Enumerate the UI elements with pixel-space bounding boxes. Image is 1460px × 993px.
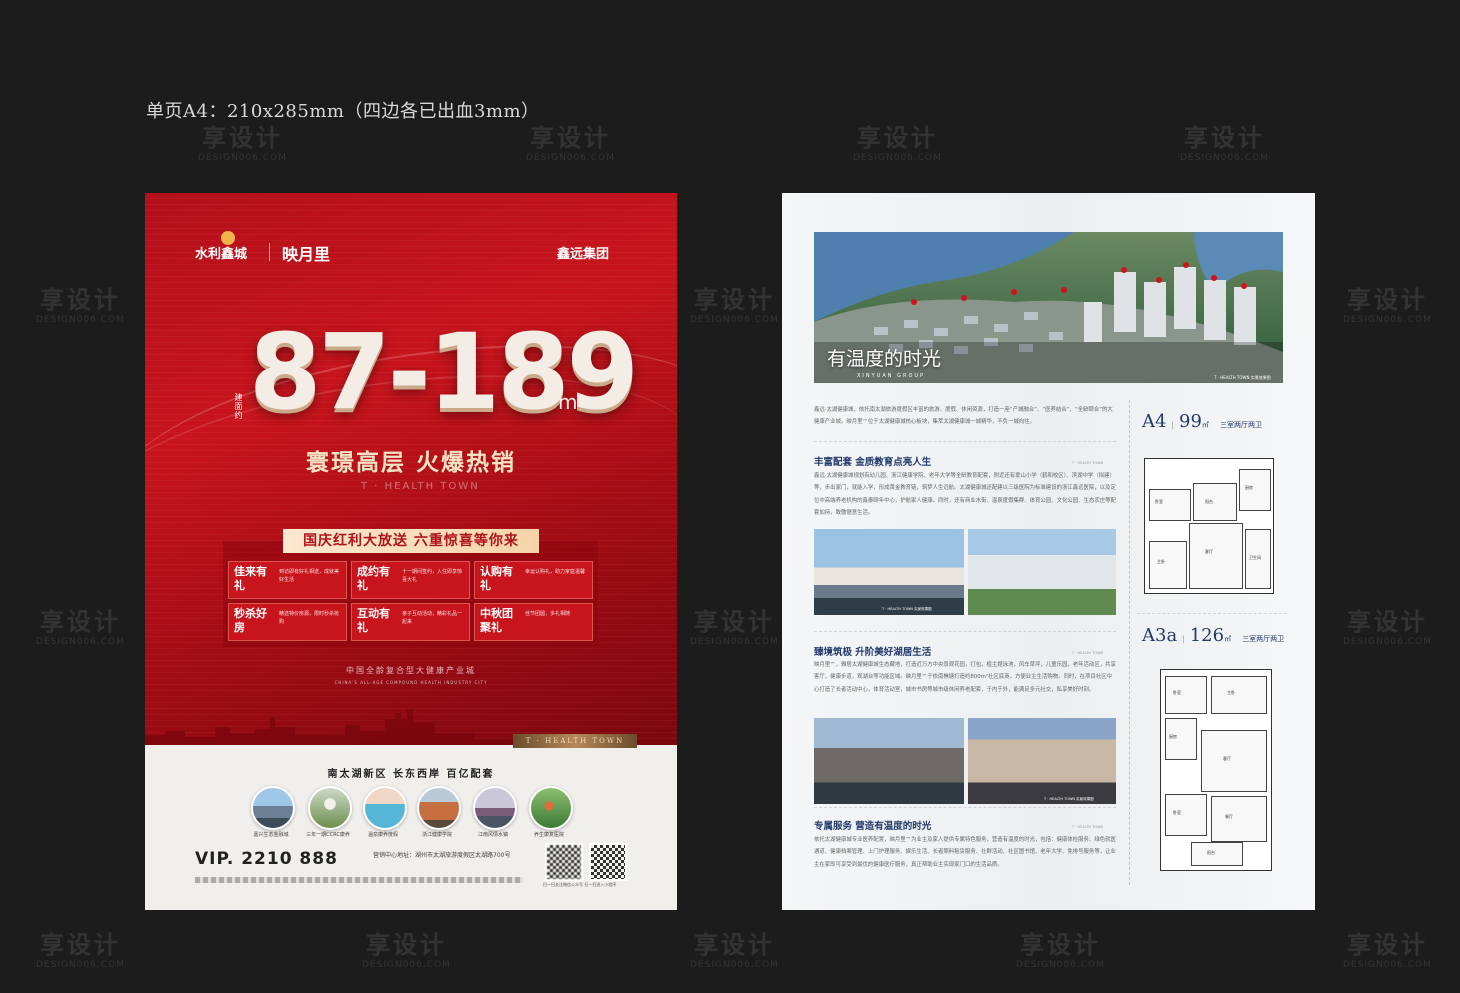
- feature-caption: 养生康复医院: [533, 832, 564, 838]
- commercial-street-photo: [814, 718, 964, 804]
- gold-brand-bar: T · HEALTH TOWN: [513, 734, 637, 748]
- section-title: 丰富配套 金质教育点亮人生: [814, 457, 932, 468]
- watermark: 享设计 DESIGN006.COM: [853, 124, 942, 163]
- feature-photo: [363, 786, 407, 830]
- vip-hotline: VIP. 2210 888: [195, 849, 338, 869]
- hospital-photo: [968, 529, 1116, 615]
- feature-photo: [417, 786, 461, 830]
- gifts-panel: 佳来有礼 到访即有好礼相送，成就美好生活 成约有礼 十一期间签约，入住即享惊喜大礼 …: [223, 541, 598, 647]
- watermark: 享设计 DESIGN006.COM: [198, 124, 287, 163]
- floor-plan-a4: 卧室 阳台 厨房 主卧 客厅 卫生间: [1144, 458, 1274, 594]
- sales-address: 营销中心地址：湖州市太湖旅游度假区太湖路700号: [373, 852, 511, 859]
- gift-card: 认购有礼 幸运认购礼，助力家庭温馨: [474, 561, 593, 599]
- feature-caption: 嘉兴生态金融城: [253, 832, 289, 838]
- floor-plan-a3a: 卧室 主卧 厨房 客厅 卧室 餐厅 阳台: [1160, 669, 1272, 871]
- gift-card: 成约有礼 十一期间签约，入住即享惊喜大礼: [351, 561, 470, 599]
- photo-caption: T · HEALTH TOWN 实景效果图: [882, 607, 932, 611]
- watermark: 享设计 DESIGN006.COM: [1343, 608, 1432, 647]
- divider: [1137, 613, 1287, 614]
- watermark: 享设计 DESIGN006.COM: [36, 931, 125, 970]
- developer-logo: 水利鑫城: [195, 247, 248, 262]
- feature-photo: [251, 786, 295, 830]
- section-text: 映月里™，雅居太湖健康城生态藏地，打造近万方中央景观花园，打包，植主题泳池，风车…: [814, 662, 1116, 693]
- hero-subtitle: XINYUAN GROUP: [857, 373, 926, 379]
- divider: [814, 631, 1116, 632]
- residential-tower-photo: [968, 718, 1116, 804]
- watermark: 享设计 DESIGN006.COM: [362, 931, 451, 970]
- watermark: 享设计 DESIGN006.COM: [690, 286, 779, 325]
- hero-title: 有温度的时光: [827, 348, 942, 370]
- section-title: 臻境筑极 升阶美好湖居生活: [814, 647, 932, 658]
- section-tag: T · HEALTH TOWN: [1072, 461, 1104, 465]
- promo-banner: 国庆红利大放送 六重惊喜等你来: [283, 529, 539, 553]
- feature-caption: 浙江健康学院: [421, 832, 452, 838]
- feature-caption: 江南风情水镇: [477, 832, 508, 838]
- gift-card: 中秋团聚礼 佳节团圆，多礼相随: [474, 603, 593, 641]
- plan-label: A4 | 99㎡ 三室两厅两卫: [1142, 411, 1262, 432]
- divider: [814, 441, 1116, 442]
- logo-divider: [269, 243, 270, 261]
- mini-program-qr-code: [589, 843, 627, 881]
- watermark: 享设计 DESIGN006.COM: [1343, 931, 1432, 970]
- watermark: 享设计 DESIGN006.COM: [526, 124, 615, 163]
- blurred-info: [195, 877, 523, 883]
- headline-slogan: 寰璟高层 火爆热销: [305, 450, 516, 476]
- section-title: 专属服务 营造有温度的时光: [814, 821, 932, 832]
- hero-tag: T · HEALTH TOWN 实景效果图: [1214, 375, 1271, 380]
- area-label: 建面约: [234, 393, 243, 420]
- section-tag: T · HEALTH TOWN: [1072, 825, 1104, 829]
- gift-card: 秒杀好房 精选特价房源，限时秒杀抢购: [228, 603, 347, 641]
- gift-card: 佳来有礼 到访即有好礼相送，成就美好生活: [228, 561, 347, 599]
- feature-photo: [473, 786, 517, 830]
- watermark: 享设计 DESIGN006.COM: [1180, 124, 1269, 163]
- qr-caption: 扫一扫关注微信公众号 扫一扫进入小程序: [543, 882, 617, 887]
- watermark: 享设计 DESIGN006.COM: [36, 608, 125, 647]
- watermark: 享设计 DESIGN006.COM: [1016, 931, 1105, 970]
- intro-paragraph: 鑫远·太湖健康城，依托南太湖旅游度假区丰富的旅游、度假、休闲资源，打造一座“产城…: [814, 407, 1113, 425]
- wechat-qr-code: [545, 843, 583, 881]
- watermark: 享设计 DESIGN006.COM: [1343, 286, 1432, 325]
- feature-caption: 三年一期CCRC康养: [306, 832, 350, 838]
- brand-en: T · HEALTH TOWN: [361, 481, 480, 492]
- feature-photo: [308, 786, 352, 830]
- project-logo: 映月里: [282, 245, 331, 264]
- tagline: 中国全龄复合型大健康产业城 CHINA'S ALL-AGE COMPOUND HE…: [334, 666, 488, 685]
- area-range: 87-189: [249, 311, 639, 433]
- plan-label: A3a | 126㎡ 三室两厅两卫: [1142, 625, 1285, 646]
- photo-caption: T · HEALTH TOWN 实景效果图: [1044, 797, 1094, 801]
- location-line: 南太湖新区 长东西岸 百亿配套: [327, 769, 495, 780]
- feature-photo: [529, 786, 573, 830]
- campus-photo: [814, 529, 964, 615]
- section-tag: T · HEALTH TOWN: [1072, 651, 1104, 655]
- group-logo: 鑫远集团: [557, 247, 610, 262]
- gift-card: 互动有礼 亲子互动活动，精彩礼品一起来: [351, 603, 470, 641]
- section-text: 鑫远·太湖健康城规划有幼儿园、浙江健康学院、老年大学等全龄教育配套，附近还有爱山…: [814, 473, 1116, 516]
- area-unit: m²: [558, 390, 586, 414]
- watermark: 享设计 DESIGN006.COM: [690, 608, 779, 647]
- spec-label: 单页A4：210x285mm（四边各已出血3mm）: [146, 101, 540, 122]
- front-flyer: 水利鑫城 映月里 鑫远集团 建面约 87-189 m² 寰璟高层 火爆热销 T …: [145, 193, 677, 910]
- watermark: 享设计 DESIGN006.COM: [690, 931, 779, 970]
- column-divider: [1129, 400, 1130, 885]
- divider: [814, 807, 1116, 808]
- feature-caption: 温泉康养度假: [367, 832, 398, 838]
- section-text: 依托太湖健康城专业医养配置，映月里™为业主及家人提供专属特色服务，营造有温度的时…: [814, 837, 1116, 868]
- back-flyer: 有温度的时光 XINYUAN GROUP T · HEALTH TOWN 实景效…: [782, 193, 1315, 910]
- watermark: 享设计 DESIGN006.COM: [36, 286, 125, 325]
